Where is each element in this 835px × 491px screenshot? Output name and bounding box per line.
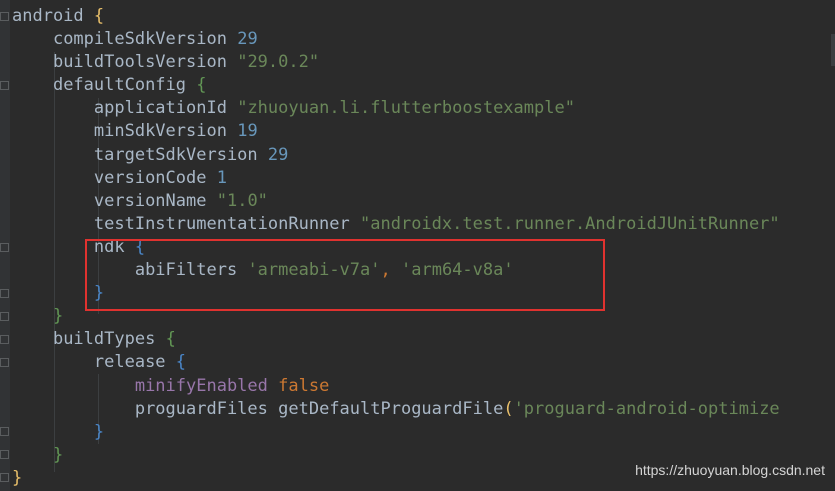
scrollbar-marker[interactable] (831, 34, 835, 66)
fold-marker-icon[interactable] (0, 289, 9, 298)
token-brace: { (93, 6, 105, 26)
code-line: versionName "1.0" (12, 190, 780, 213)
code-line: buildTypes { (12, 328, 780, 351)
editor-gutter (0, 0, 10, 491)
highlight-annotation-box (85, 239, 605, 311)
token-identifier: release (93, 352, 166, 373)
code-line: android { (12, 5, 780, 28)
token-identifier: buildToolsVersion (52, 52, 227, 73)
token-number: 29 (267, 144, 289, 165)
code-line: buildToolsVersion "29.0.2" (12, 51, 780, 74)
token-brace: } (52, 306, 64, 327)
token-identifier: buildTypes (52, 329, 156, 350)
fold-marker-icon[interactable] (0, 335, 9, 344)
token-identifier: applicationId (93, 98, 227, 119)
code-line: testInstrumentationRunner "androidx.test… (12, 213, 780, 236)
code-line: applicationId "zhuoyuan.li.flutterbooste… (12, 97, 780, 120)
code-line: release { (12, 351, 780, 374)
code-line: defaultConfig { (12, 74, 780, 97)
token-identifier: versionCode (93, 167, 207, 188)
token-identifier: versionName (93, 190, 207, 211)
code-editor[interactable]: android { compileSdkVersion 29 buildTool… (0, 0, 835, 491)
fold-marker-icon[interactable] (0, 450, 9, 459)
vertical-scrollbar[interactable] (823, 0, 835, 491)
token-identifier: defaultConfig (52, 75, 187, 96)
fold-marker-icon[interactable] (0, 243, 9, 252)
fold-marker-icon[interactable] (0, 473, 9, 482)
token-number: 29 (237, 29, 258, 50)
code-line: minSdkVersion 19 (12, 120, 780, 143)
token-identifier: compileSdkVersion (52, 29, 227, 50)
token-number: 1 (216, 167, 227, 188)
token-string: "androidx.test.runner.AndroidJUnitRunner… (360, 213, 780, 234)
code-line: } (12, 421, 780, 444)
fold-marker-icon[interactable] (0, 312, 9, 321)
code-line: targetSdkVersion 29 (12, 144, 780, 167)
token-identifier: android (12, 6, 84, 26)
token-identifier: minSdkVersion (93, 121, 227, 142)
fold-marker-icon[interactable] (0, 427, 9, 436)
token-string: "zhuoyuan.li.flutterboostexample" (237, 98, 575, 119)
code-line: versionCode 1 (12, 167, 780, 190)
token-identifier: testInstrumentationRunner (93, 213, 350, 234)
token-brace: } (52, 444, 64, 465)
token-brace: } (93, 421, 105, 442)
code-line: compileSdkVersion 29 (12, 28, 780, 51)
code-line: proguardFiles getDefaultProguardFile('pr… (12, 398, 780, 421)
token-number: 19 (237, 121, 258, 142)
token-paren: ( (503, 398, 514, 419)
token-brace: { (196, 75, 207, 96)
token-property: minifyEnabled (134, 375, 268, 396)
token-identifier: proguardFiles (134, 398, 268, 419)
token-string: "29.0.2" (237, 52, 320, 73)
token-brace: } (12, 467, 23, 488)
token-string: 'proguard-android-optimize (513, 398, 780, 419)
token-string: "1.0" (216, 190, 268, 211)
fold-marker-icon[interactable] (0, 12, 9, 21)
code-line: minifyEnabled false (12, 375, 780, 398)
token-brace: { (165, 329, 176, 350)
token-function: getDefaultProguardFile (278, 398, 504, 419)
fold-marker-icon[interactable] (0, 358, 9, 367)
token-keyword: false (278, 375, 330, 396)
watermark-text: https://zhuoyuan.blog.csdn.net (635, 462, 825, 478)
fold-marker-icon[interactable] (0, 81, 9, 90)
token-identifier: targetSdkVersion (93, 144, 258, 165)
token-brace: { (175, 352, 187, 373)
